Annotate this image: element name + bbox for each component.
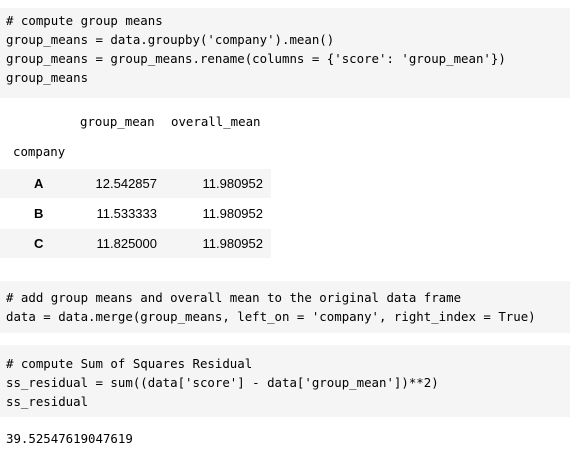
index-name-label: company — [13, 144, 66, 159]
code-cell-group-means[interactable]: # compute group means group_means = data… — [0, 8, 570, 98]
code-cell-merge[interactable]: # add group means and overall mean to th… — [0, 281, 570, 333]
code-line: ss_residual — [6, 394, 89, 409]
cell-overall-mean: 11.980952 — [202, 176, 264, 191]
row-index: B — [34, 206, 44, 221]
table-row: C 11.825000 11.980952 — [0, 229, 271, 258]
code-line: group_means — [6, 70, 89, 85]
code-line: group_means = data.groupby('company').me… — [6, 32, 335, 47]
table-row: A 12.542857 11.980952 — [0, 169, 271, 198]
code-line: data = data.merge(group_means, left_on =… — [6, 309, 536, 324]
row-index: A — [34, 176, 44, 191]
code-comment: # add group means and overall mean to th… — [6, 290, 462, 305]
cell-overall-mean: 11.980952 — [202, 236, 264, 251]
row-index: C — [34, 236, 44, 251]
cell-group-mean: 11.533333 — [96, 206, 158, 221]
dataframe-header: group_mean overall_mean — [0, 114, 300, 134]
column-header-group-mean: group_mean — [80, 114, 155, 129]
code-line: ss_residual = sum((data['score'] - data[… — [6, 375, 439, 390]
cell-overall-mean: 11.980952 — [202, 206, 264, 221]
code-cell-ss-residual[interactable]: # compute Sum of Squares Residual ss_res… — [0, 345, 570, 417]
code-comment: # compute group means — [6, 13, 163, 28]
cell-output-value: 39.52547619047619 — [6, 431, 133, 446]
cell-group-mean: 11.825000 — [96, 236, 158, 251]
cell-group-mean: 12.542857 — [95, 176, 157, 191]
table-row: B 11.533333 11.980952 — [0, 199, 271, 228]
code-line: group_means = group_means.rename(columns… — [6, 51, 506, 66]
code-comment: # compute Sum of Squares Residual — [6, 356, 253, 371]
column-header-overall-mean: overall_mean — [171, 114, 261, 129]
